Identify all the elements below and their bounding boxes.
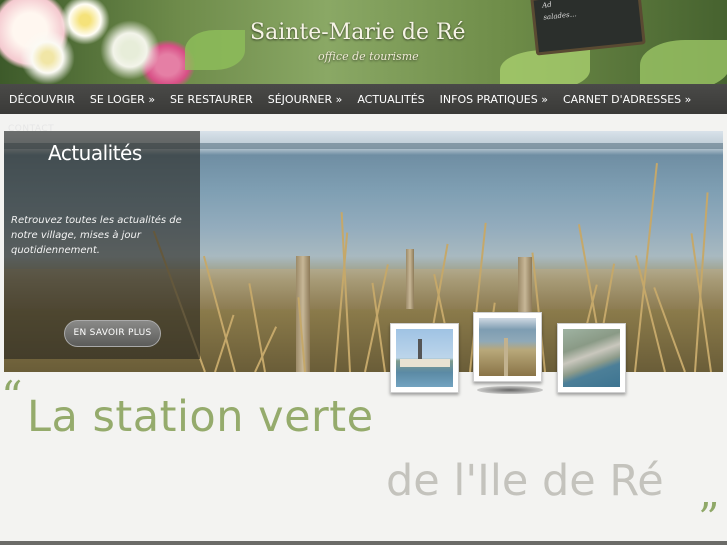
footer-divider <box>0 541 727 545</box>
aerial-coast-icon <box>563 329 620 387</box>
nav-item-se-restaurer[interactable]: SE RESTAURER <box>170 93 253 106</box>
flower-image <box>100 20 160 80</box>
news-title: Actualités <box>48 141 142 165</box>
news-text: Retrouvez toutes les actualités de notre… <box>11 215 182 256</box>
page: Ad salades… Sainte-Marie de Ré office de … <box>0 0 727 545</box>
header-banner: Ad salades… Sainte-Marie de Ré office de … <box>0 0 727 84</box>
nav-item-se-loger[interactable]: SE LOGER » <box>90 93 155 106</box>
nav-item-decouvrir[interactable]: DÉCOUVRIR <box>9 93 75 106</box>
thumbnail-shadow <box>477 386 543 394</box>
main-nav: DÉCOUVRIR SE LOGER » SE RESTAURER SÉJOUR… <box>0 84 727 114</box>
leaf-image <box>185 30 245 70</box>
thumbnail-dunes-beach[interactable] <box>473 312 542 382</box>
read-more-button[interactable]: EN SAVOIR PLUS <box>64 320 161 347</box>
wooden-post <box>406 249 414 309</box>
thumbnail-aerial-coast[interactable] <box>557 323 626 393</box>
nav-item-sejourner[interactable]: SÉJOURNER » <box>268 93 343 106</box>
slogan-line-1: La station verte <box>27 392 374 442</box>
slogan-line-2: de l'Ile de Ré <box>386 456 664 506</box>
site-subtitle: office de tourisme <box>318 50 419 63</box>
nav-item-carnet-adresses[interactable]: CARNET D'ADRESSES » <box>563 93 691 106</box>
site-title: Sainte-Marie de Ré <box>250 20 466 45</box>
nav-item-actualites[interactable]: ACTUALITÉS <box>357 93 424 106</box>
leaf-image <box>500 50 590 84</box>
contact-tab[interactable]: CONTACT <box>8 124 54 134</box>
dunes-beach-icon <box>479 318 536 376</box>
leaf-image <box>640 40 727 84</box>
village-church-icon <box>396 329 453 387</box>
close-quote-icon: ” <box>698 494 720 543</box>
open-quote-icon: “ <box>1 372 23 421</box>
thumbnail-village-church[interactable] <box>390 323 459 393</box>
slate-sign-image: Ad salades… <box>530 0 646 56</box>
nav-item-infos-pratiques[interactable]: INFOS PRATIQUES » <box>440 93 548 106</box>
